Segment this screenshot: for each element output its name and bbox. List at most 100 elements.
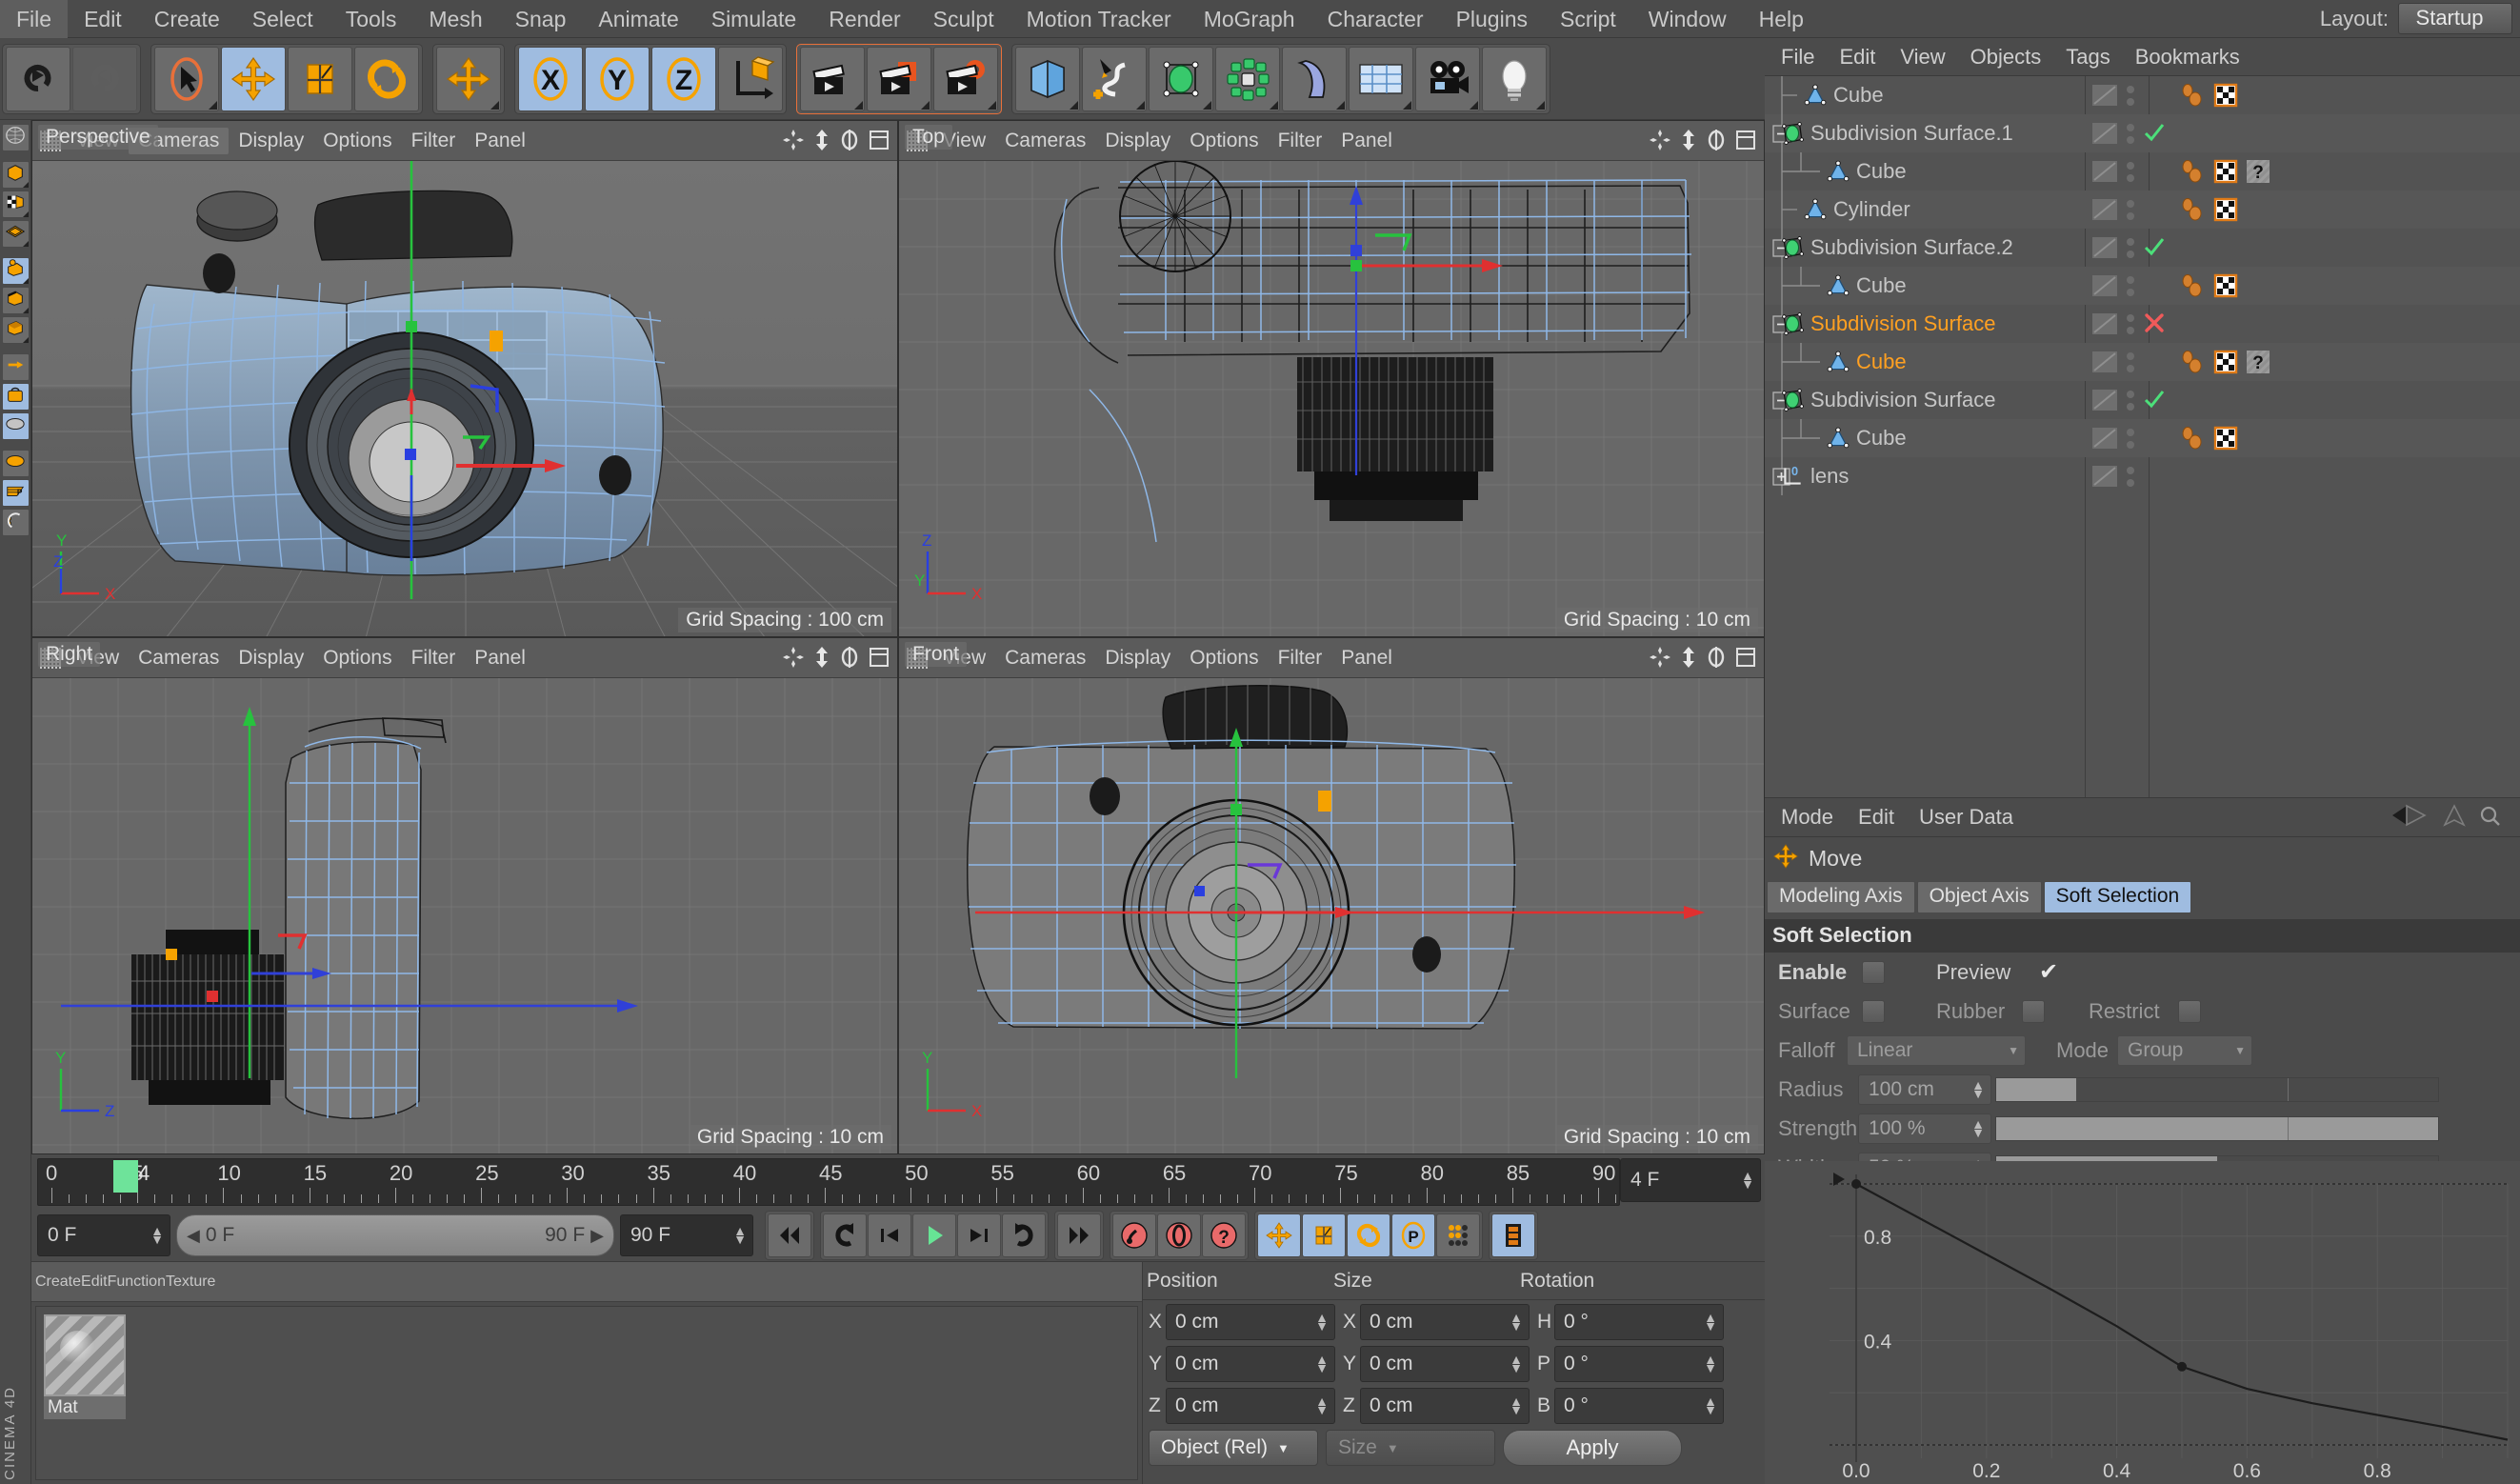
viewport-front-menu-filter[interactable]: Filter [1269, 645, 1332, 672]
menu-plugins[interactable]: Plugins [1440, 0, 1544, 38]
object-visibility-dots[interactable] [2125, 160, 2136, 190]
add-camera-button[interactable] [1415, 46, 1480, 111]
material-menu-create[interactable]: Create [35, 1273, 81, 1291]
radius-field[interactable]: 100 cm ▲ ▼ [1858, 1073, 1991, 1105]
uv-points-button[interactable] [1, 450, 30, 477]
spinner-icon[interactable]: ▲▼ [1704, 1394, 1717, 1416]
attribute-menu-mode[interactable]: Mode [1769, 805, 1846, 830]
object-enable-check-icon[interactable] [2142, 387, 2167, 416]
phong-tag[interactable] [2178, 349, 2207, 382]
unknown-tag[interactable]: ? [2245, 349, 2271, 380]
size-y-field[interactable]: 0 cm ▲ ▼ [1360, 1346, 1530, 1382]
rotation-p-field[interactable]: 0 ° ▲ ▼ [1554, 1346, 1724, 1382]
object-enable-check-icon[interactable] [2142, 234, 2167, 264]
object-row-name[interactable]: Subdivision Surface.2 [1810, 235, 2013, 260]
object-manager-row[interactable]: Cube? [1765, 152, 2520, 191]
menu-motion-tracker[interactable]: Motion Tracker [1010, 0, 1188, 38]
scrub-left-arrow-icon[interactable]: ◀ [187, 1226, 200, 1246]
object-manager-row[interactable]: Cube [1765, 76, 2520, 114]
pan-icon[interactable] [782, 646, 805, 673]
next-keyframe-button[interactable] [1002, 1213, 1046, 1257]
rotate-icon[interactable] [1706, 646, 1727, 673]
spinner-icon[interactable]: ▲▼ [733, 1224, 747, 1246]
falloff-curve-editor[interactable]: 0.4 0.8 0.0 0.2 0.4 0.6 0.8 [1765, 1161, 2520, 1484]
spinner-icon[interactable]: ▲▼ [1510, 1353, 1523, 1374]
rubber-checkbox[interactable] [2022, 999, 2045, 1023]
preview-checkbox[interactable]: ✔ [2039, 958, 2058, 986]
object-manager-menu-view[interactable]: View [1888, 45, 1957, 70]
object-layer-swatch[interactable] [2092, 85, 2117, 110]
viewport-right-menu-panel[interactable]: Panel [465, 645, 535, 672]
tab-modeling-axis[interactable]: Modeling Axis [1767, 881, 1915, 913]
autokeying-button[interactable] [1157, 1213, 1201, 1257]
texture-tag[interactable] [2212, 272, 2239, 304]
menu-animate[interactable]: Animate [582, 0, 694, 38]
phong-tag[interactable] [2178, 425, 2207, 458]
unknown-tag[interactable]: ? [2245, 158, 2271, 190]
object-manager-menu-file[interactable]: File [1769, 45, 1827, 70]
timeline-ruler[interactable]: 0510152025303540455055606570758085904 [37, 1158, 1620, 1206]
spinner-icon[interactable]: ▲▼ [1510, 1394, 1523, 1416]
object-manager-row[interactable]: Subdivision Surface.2 [1765, 229, 2520, 267]
object-visibility-dots[interactable] [2125, 312, 2136, 342]
forward-arrow-icon[interactable] [2442, 803, 2467, 832]
object-enable-cross-icon[interactable] [2142, 311, 2167, 340]
object-manager-row[interactable]: Cube? [1765, 343, 2520, 381]
object-visibility-dots[interactable] [2125, 84, 2136, 113]
attribute-menu-user-data[interactable]: User Data [1907, 805, 2026, 830]
texture-tag[interactable] [2212, 425, 2239, 456]
tab-object-axis[interactable]: Object Axis [1916, 881, 2042, 913]
move-tool-button[interactable] [221, 46, 286, 111]
mode-dropdown[interactable]: Group ▼ [2117, 1034, 2252, 1066]
go-to-start-button[interactable] [768, 1213, 811, 1257]
go-to-end-button[interactable] [1057, 1213, 1101, 1257]
edge-mode-button[interactable] [1, 287, 30, 314]
object-layer-swatch[interactable] [2092, 428, 2117, 453]
size-x-field[interactable]: 0 cm ▲ ▼ [1360, 1304, 1530, 1340]
menu-select[interactable]: Select [236, 0, 330, 38]
record-active-objects-button[interactable] [1112, 1213, 1156, 1257]
lock-y-button[interactable]: Y [585, 46, 650, 111]
viewport-right-menu-cameras[interactable]: Cameras [129, 645, 229, 672]
rotate-icon[interactable] [839, 646, 860, 673]
material-menu-edit[interactable]: Edit [81, 1273, 108, 1291]
object-row-name[interactable]: Cube [1856, 159, 1907, 184]
polygon-mode-button[interactable] [1, 316, 30, 344]
next-frame-button[interactable] [957, 1213, 1001, 1257]
object-visibility-dots[interactable] [2125, 465, 2136, 494]
spinner-icon[interactable]: ▲▼ [1315, 1353, 1329, 1374]
move-vertical-icon[interactable] [813, 129, 830, 156]
menu-render[interactable]: Render [812, 0, 916, 38]
spinner-icon[interactable]: ▲▼ [1704, 1353, 1717, 1374]
rotation-b-field[interactable]: 0 ° ▲ ▼ [1554, 1388, 1724, 1424]
viewport-perspective-menu-display[interactable]: Display [229, 128, 313, 154]
object-manager-row[interactable]: Subdivision Surface [1765, 381, 2520, 419]
radius-slider[interactable] [1995, 1076, 2439, 1102]
layout-switcher[interactable]: Layout: Startup [2320, 3, 2512, 34]
layout-dropdown[interactable]: Startup [2398, 3, 2512, 34]
keyframe-selection-button[interactable]: ? [1202, 1213, 1246, 1257]
viewport-right-canvas[interactable]: Y Z [32, 678, 897, 1153]
add-array-button[interactable] [1215, 46, 1280, 111]
viewport-front-menu-cameras[interactable]: Cameras [995, 645, 1095, 672]
object-manager-row[interactable]: Cube [1765, 419, 2520, 457]
viewport-top-menu-panel[interactable]: Panel [1331, 128, 1402, 154]
viewport-front-menu-display[interactable]: Display [1095, 645, 1180, 672]
material-menu-function[interactable]: Function [108, 1273, 166, 1291]
object-visibility-dots[interactable] [2125, 122, 2136, 151]
object-visibility-dots[interactable] [2125, 427, 2136, 456]
viewport-right[interactable]: ViewCamerasDisplayOptionsFilterPanel [31, 637, 898, 1154]
viewport-right-menu-filter[interactable]: Filter [402, 645, 466, 672]
viewport-front[interactable]: ViewCamerasDisplayOptionsFilterPanel [898, 637, 1765, 1154]
position-y-field[interactable]: 0 cm ▲ ▼ [1166, 1346, 1335, 1382]
strength-slider[interactable] [1995, 1115, 2439, 1141]
coordinates-mode-dropdown[interactable]: Object (Rel) ▼ [1149, 1430, 1318, 1466]
render-to-picture-viewer-button[interactable] [867, 46, 931, 111]
object-manager-row[interactable]: Subdivision Surface.1 [1765, 114, 2520, 152]
rotation-h-field[interactable]: 0 ° ▲ ▼ [1554, 1304, 1724, 1340]
object-visibility-dots[interactable] [2125, 274, 2136, 304]
viewport-front-menu-options[interactable]: Options [1180, 645, 1268, 672]
rotation-key-button[interactable] [1347, 1213, 1390, 1257]
live-selection-button[interactable] [154, 46, 219, 111]
size-z-field[interactable]: 0 cm ▲ ▼ [1360, 1388, 1530, 1424]
